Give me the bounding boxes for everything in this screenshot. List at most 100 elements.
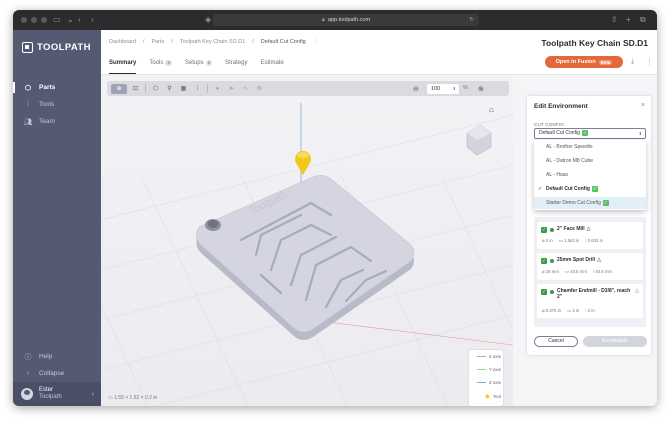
back-icon[interactable]: ‹ [78,15,81,25]
pointer-icon[interactable]: ➤ [226,84,237,94]
sidebar-item-collapse[interactable]: ‹ Collapse [13,366,101,381]
record-icon[interactable]: ● [212,84,223,94]
new-tab-icon[interactable]: + [626,15,631,25]
minimize-window-icon[interactable] [31,17,37,23]
tab-tools[interactable]: Tools 3 [149,57,172,69]
reload-icon[interactable]: ↻ [469,14,474,26]
cut-config-select[interactable]: Default Cut Config ✓ ⬍ [534,128,646,139]
tab-bar: Summary Tools 3 Setups 2 Strategy Estimate [109,57,284,74]
more-vertical-icon[interactable]: ⋮ [646,58,653,66]
sidebar-item-label: Collapse [39,370,65,377]
close-icon[interactable]: × [641,102,645,109]
tool-checkbox[interactable]: ✓ [541,289,547,295]
tab-summary[interactable]: Summary [109,57,137,74]
cube-view-icon[interactable]: ⬡ [150,84,161,94]
tool-checkbox[interactable]: ✓ [541,258,547,264]
user-name: Ester [39,387,54,393]
zoom-value: 100 [431,86,441,92]
more-icon[interactable]: ⋮ [313,39,319,45]
sidebar-item-parts[interactable]: ⬡ Parts [13,80,101,95]
tab-estimate[interactable]: Estimate [260,57,283,69]
count-badge: 2 [205,60,213,66]
select-arrows-icon: ⬍ [638,131,642,136]
warning-icon: △ [586,226,591,232]
maximize-window-icon[interactable] [41,17,47,23]
tool-name: 2" Face Mill [557,226,585,232]
option-brother-speedio[interactable]: AL - Brother Speedio [534,141,646,153]
zoom-out-icon[interactable]: ⊖ [413,85,419,93]
option-datron-m8-cube[interactable]: AL - Datron M8 Cube [534,155,646,167]
axis-legend: X axis Y axis Z axis ◆ Tool [469,350,503,406]
view-cube-icon[interactable] [466,124,492,156]
tabs-overview-icon[interactable]: ⧉ [640,15,646,25]
settings-dropdown-icon[interactable]: ⚙ [254,84,265,94]
legend-z-axis: Z axis [473,380,501,385]
main-content: Dashboard / Parts / Toolpath Key Chain S… [101,30,657,406]
breadcrumb-parts[interactable]: Parts [151,39,164,45]
logo[interactable]: TOOLPATH [22,42,91,53]
tool-card[interactable]: ✓ 25mm Spot Drill △ ⌀ 25 mm ▭ 40.5 mm ⁞ 4… [537,253,643,280]
recalculate-button[interactable]: Recalculate [583,336,647,347]
option-starter-demo-cut-config[interactable]: Starter Demo Cut Config ✓ [534,197,646,209]
person-icon[interactable]: ⚲ [164,84,175,94]
fit-view-icon[interactable]: ⊡ [130,84,141,94]
zoom-input[interactable]: 100 ⬍ [427,84,459,94]
tool-card[interactable]: ✓ 2" Face Mill △ ⌀ 2 in ▭ 1.563 in ⁞ 0.63… [537,222,643,249]
tool-name: 25mm Spot Drill [557,257,596,263]
breadcrumb-separator: / [171,39,173,45]
option-label: AL - Brother Speedio [546,144,593,150]
tool-marker [295,151,311,175]
option-label: AL - Haas [546,172,569,178]
close-window-icon[interactable] [21,17,27,23]
zoom-stepper-icon[interactable]: ⬍ [453,84,456,94]
warning-icon: △ [635,288,639,294]
breadcrumb: Dashboard / Parts / Toolpath Key Chain S… [109,39,318,45]
window-controls[interactable] [21,17,47,23]
edit-environment-panel: Edit Environment × CUT CONFIG Default Cu… [526,95,652,356]
sidebar-item-label: Tools [39,101,55,108]
legend-swatch [476,382,486,383]
tab-setups[interactable]: Setups 2 [185,57,213,69]
tool-specs: ⌀ 25 mm ▭ 40.5 mm ⁞ 40.5 mm [542,269,613,274]
tab-strategy[interactable]: Strategy [225,57,247,69]
keychain-model[interactable]: Toolpath [196,175,415,340]
help-icon: ⓘ [24,353,32,361]
tool-checkbox[interactable]: ✓ [541,227,547,233]
orbit-select-icon[interactable]: ⊕ [111,83,127,94]
open-in-fusion-button[interactable]: Open in Fusion Beta [545,56,623,68]
sidebar-item-tools[interactable]: ⁞ Tools [13,97,101,112]
breadcrumb-dashboard[interactable]: Dashboard [109,39,136,45]
zoom-in-icon[interactable]: ⊕ [478,85,484,93]
tool-view-icon[interactable]: ⁞ [192,84,203,94]
beta-badge: Beta [598,59,613,65]
model-viewport[interactable]: Toolpath ⊕ ⊡ ⬡ ⚲ ▦ ⁞ ● ➤ ∿ ⚙ ⊖ 100 ⬍ % ⊕… [101,75,513,406]
home-view-icon[interactable]: ⌂ [489,105,494,114]
model-dimensions: ▭ 1.55 × 1.52 × 0.2 in [108,395,158,401]
path-icon[interactable]: ∿ [240,84,251,94]
logo-mark-icon [22,42,33,53]
chevron-right-icon: › [91,390,94,398]
download-icon[interactable]: ⤓ [631,58,634,66]
tool-length: 1.563 in [563,238,580,243]
sidebar-toggle-icon[interactable]: ▭ [53,15,61,25]
forward-icon[interactable]: › [91,15,94,25]
viewport-canvas[interactable]: Toolpath [101,75,513,406]
share-icon[interactable]: ⇪ [611,15,618,25]
status-dot [550,259,554,263]
sidebar-item-help[interactable]: ⓘ Help [13,349,101,364]
option-haas[interactable]: AL - Haas [534,169,646,181]
chevron-down-icon[interactable]: ⌄ [67,15,74,25]
breadcrumb-part[interactable]: Toolpath Key Chain SD.D1 [180,39,245,45]
user-menu[interactable]: Ester Toolpath › [13,382,101,406]
option-default-cut-config[interactable]: ✓ Default Cut Config ✓ [534,183,646,195]
grid-icon[interactable]: ▦ [178,84,189,94]
page-title: Toolpath Key Chain SD.D1 [541,38,648,48]
cancel-button[interactable]: Cancel [534,336,578,347]
legend-swatch [476,369,486,370]
check-badge-icon: ✓ [581,129,588,136]
breadcrumb-config[interactable]: Default Cut Config [261,39,306,45]
address-bar[interactable]: 🔒︎ app.toolpath.com ↻ [213,14,479,26]
tool-card[interactable]: ✓ Chamfer Endmill - D3/8", reach 2" △ ⌀ … [537,284,643,318]
sidebar-item-team[interactable]: 👥︎ Team [13,114,101,129]
toolbar-divider [207,84,208,93]
